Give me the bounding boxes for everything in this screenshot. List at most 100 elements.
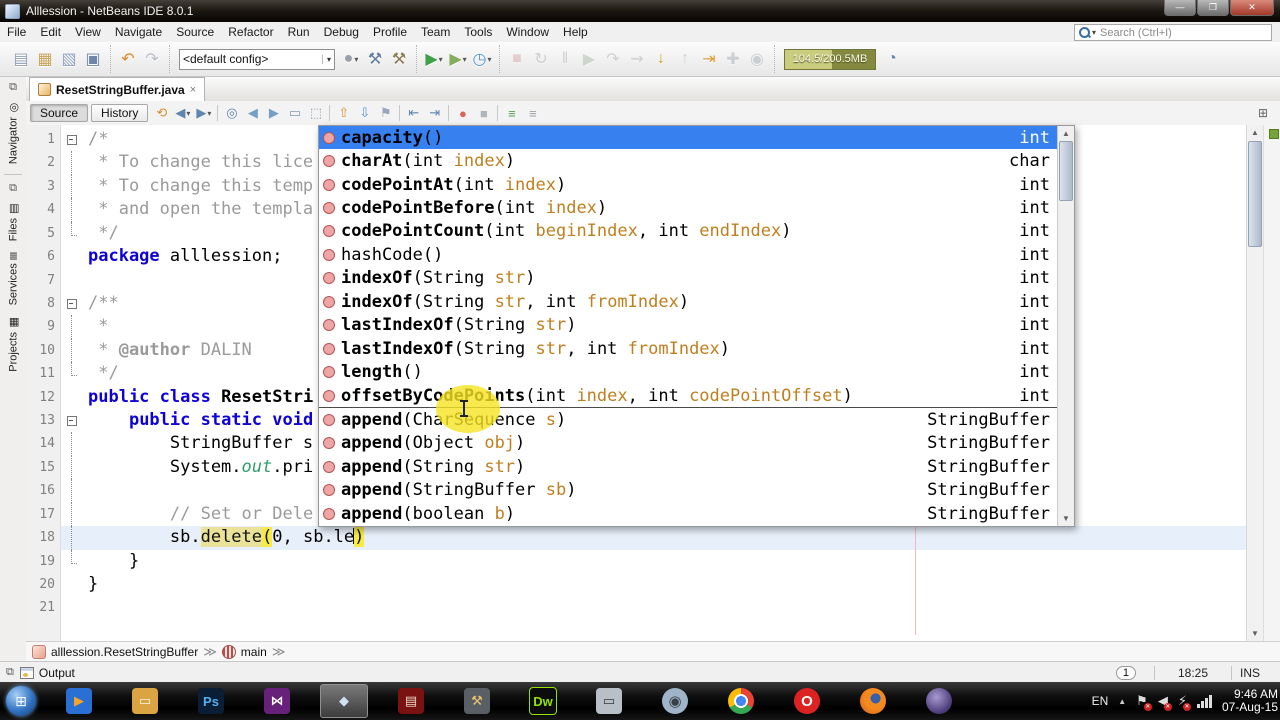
scroll-up-icon[interactable]: ▲ [1247,125,1263,140]
completion-item-append[interactable]: append (Object obj) StringBuffer [319,432,1074,455]
previous-bookmark-icon[interactable]: ⇧ [333,103,354,123]
taskbar-photoshop-icon[interactable]: Ps [188,685,234,717]
undo-icon[interactable]: ↶ [116,47,140,71]
rectangular-selection-icon[interactable]: ⬚ [305,103,326,123]
profile-project-icon[interactable]: ◷ ▾ [470,47,494,71]
chevron-down-icon[interactable]: ▾ [321,54,331,64]
taskbar-mediaplayer-icon[interactable]: ▶ [56,685,102,717]
completion-item-length[interactable]: length() int [319,360,1074,383]
completion-item-append[interactable]: append (boolean b) StringBuffer [319,502,1074,525]
taskbar-dreamweaver-icon[interactable]: Dw [520,685,566,717]
menu-navigate[interactable]: Navigate [108,23,169,41]
editor-view-source-button[interactable]: Source [30,104,89,122]
menu-help[interactable]: Help [556,23,595,41]
taskbar-firefox-icon[interactable] [850,685,896,717]
popup-scroll-down-icon[interactable]: ▼ [1058,511,1074,526]
menu-run[interactable]: Run [281,23,317,41]
sidebar-item-files[interactable]: Files ▤ [7,197,20,246]
fold-collapse-box[interactable] [67,135,77,145]
menu-profile[interactable]: Profile [366,23,414,41]
chevron-down-icon[interactable]: ▾ [487,55,491,64]
config-select[interactable]: <default config> ▾ [179,48,335,70]
taskbar-opera-icon[interactable]: O [784,685,830,717]
popup-scrollbar[interactable]: ▲ ▼ [1057,126,1074,526]
forward-icon[interactable]: ▶ ▾ [193,103,214,123]
next-bookmark-icon[interactable]: ⇩ [354,103,375,123]
popup-scrollbar-thumb[interactable] [1059,141,1073,201]
clock[interactable]: 9:46 AM 07-Aug-15 [1222,688,1278,714]
chevron-down-icon[interactable]: ▾ [207,109,211,118]
taskbar-dictionary-icon[interactable]: ▤ [388,685,434,717]
debug-project-icon[interactable]: ▶ ▾ [446,47,470,71]
editor-view-history-button[interactable]: History [91,104,149,122]
volume-muted-icon[interactable]: ◀ ✕ [1158,693,1172,711]
minimize-button[interactable]: — [1164,0,1196,16]
breadcrumb-item[interactable]: alllession.ResetStringBuffer [51,645,198,659]
menu-refactor[interactable]: Refactor [221,23,280,41]
breadcrumb-chevron-icon[interactable]: ≫ [272,644,286,660]
power-issue-icon[interactable]: ⚡ ✕ [1178,693,1191,711]
shift-right-icon[interactable]: ⇥ [424,103,445,123]
code-fold-icon[interactable] [66,292,80,315]
run-project-icon[interactable]: ▶ ▾ [422,47,446,71]
run-to-cursor-icon[interactable]: ⇥ [697,47,721,71]
completion-item-codePointAt[interactable]: codePointAt (int index) int [319,173,1074,196]
save-all-icon[interactable]: ▣ [81,47,105,71]
completion-item-capacity[interactable]: capacity() int [319,126,1074,150]
completion-item-charAt[interactable]: charAt (int index) char [319,149,1074,172]
menu-view[interactable]: View [68,23,108,41]
dock-window-icon[interactable]: ⧉ [9,182,17,195]
editor-vertical-scrollbar[interactable]: ▲ ▼ [1246,125,1263,641]
start-button[interactable]: ⊞ [6,686,36,716]
new-file-icon[interactable]: ▤ [9,47,33,71]
completion-item-append[interactable]: append (String str) StringBuffer [319,455,1074,478]
code-fold-icon[interactable] [66,128,80,151]
toggle-highlight-icon[interactable]: ▭ [284,103,305,123]
menu-edit[interactable]: Edit [33,23,68,41]
language-indicator[interactable]: EN [1092,694,1109,708]
taskbar-window-icon[interactable]: ▭ [586,685,632,717]
restore-button[interactable]: ❐ [1197,0,1229,16]
new-project-icon[interactable]: ▦ [33,47,57,71]
action-center-flag-icon[interactable]: ⚑ ✕ [1136,693,1152,711]
completion-item-lastIndexOf[interactable]: lastIndexOf (String str) int [319,314,1074,337]
memory-indicator[interactable]: 104.5/200.5MB [784,48,876,70]
completion-item-codePointBefore[interactable]: codePointBefore (int index) int [319,196,1074,219]
build-project-icon[interactable]: ⚒ [363,47,387,71]
fold-collapse-box[interactable] [67,298,77,309]
chevron-down-icon[interactable]: ▾ [463,55,467,64]
tab-close-icon[interactable]: × [190,84,196,96]
find-selection-icon[interactable]: ◎ [221,103,242,123]
taskbar-chrome-icon[interactable] [718,685,764,717]
last-edit-location-icon[interactable]: ⟲ [151,103,172,123]
menu-source[interactable]: Source [169,23,221,41]
taskbar-photoviewer-icon[interactable]: ◉ [652,685,698,717]
uncomment-icon[interactable]: ≡ [522,103,543,123]
completion-item-indexOf[interactable]: indexOf (String str, int fromIndex) int [319,290,1074,313]
notification-balloon[interactable]: 1 [1115,665,1136,680]
search-scope-arrow-icon[interactable]: ▾ [1092,28,1096,37]
scrollbar-thumb[interactable] [1248,141,1262,247]
breadcrumb-chevron-icon[interactable]: ≫ [203,644,217,660]
menu-window[interactable]: Window [499,23,556,41]
taskbar-netbeans-icon[interactable]: ◆ [320,684,368,718]
tab-resetstringbuffer[interactable]: ResetStringBuffer.java × [29,77,206,101]
sidebar-item-services[interactable]: Services ≣ [7,246,20,310]
menu-file[interactable]: File [0,23,33,41]
fold-collapse-box[interactable] [67,416,77,427]
menu-team[interactable]: Team [414,23,457,41]
deploy-icon[interactable]: ● ▾ [339,47,363,71]
completion-item-append[interactable]: append(CharSequence s)StringBuffer [319,408,1074,431]
close-button[interactable]: ✕ [1230,0,1274,16]
split-document-icon[interactable]: ⊞ [1258,106,1268,120]
code-fold-icon[interactable] [66,409,80,432]
clean-build-icon[interactable]: ⚒ [387,47,411,71]
redo-icon[interactable]: ↷ [140,47,164,71]
record-macro-icon[interactable]: ● [452,103,473,123]
toggle-bookmark-icon[interactable]: ⚑ [375,103,396,123]
sidebar-item-navigator[interactable]: Navigator ◎ [7,96,20,169]
taskbar-explorer-icon[interactable]: ▭ [122,685,168,717]
chevron-down-icon[interactable]: ▾ [439,55,443,64]
taskbar-visualstudio-icon[interactable]: ⋈ [254,685,300,717]
dock-window-icon[interactable]: ⧉ [6,666,14,679]
